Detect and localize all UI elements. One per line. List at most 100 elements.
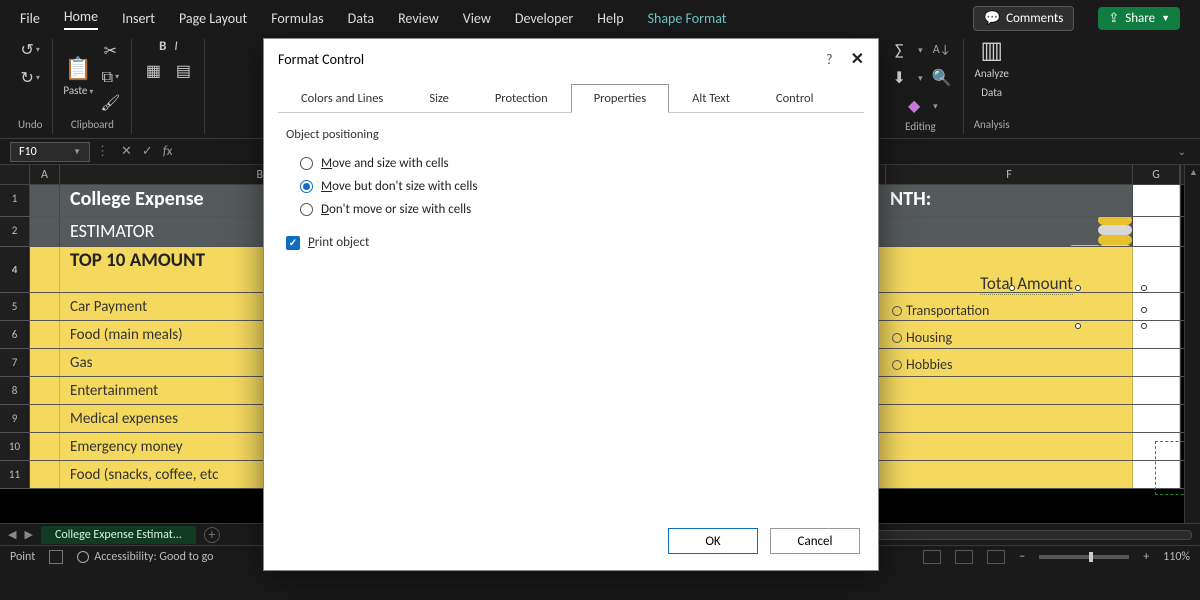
row-header[interactable]: 2: [0, 217, 30, 246]
checkbox-checked-icon: ✓: [286, 236, 300, 250]
group-undo: ↺ ↻ Undo: [8, 39, 53, 134]
row-header[interactable]: 7: [0, 349, 30, 376]
col-header-f[interactable]: F: [886, 165, 1133, 184]
undo-icon[interactable]: ↺: [19, 39, 41, 61]
sheet-nav-prev[interactable]: ◀: [8, 528, 16, 541]
cell-title[interactable]: College Expense: [60, 185, 270, 216]
border-icon[interactable]: ▦: [142, 60, 164, 82]
menu-developer[interactable]: Developer: [515, 10, 573, 27]
cell-top10[interactable]: TOP 10 AMOUNT: [60, 247, 270, 292]
view-normal-icon[interactable]: [923, 550, 941, 564]
col-header-g[interactable]: G: [1133, 165, 1180, 184]
autosum-icon[interactable]: ∑: [888, 39, 910, 61]
share-label: Share: [1125, 11, 1155, 26]
row-header[interactable]: 5: [0, 293, 30, 320]
sheet-add-icon[interactable]: +: [204, 527, 220, 543]
cut-icon[interactable]: ✂: [99, 40, 121, 62]
fx-icon[interactable]: fx: [163, 144, 173, 159]
radio-label: Move but don't size with cells: [321, 179, 477, 194]
enter-formula-icon[interactable]: ✓: [142, 144, 153, 159]
cancel-formula-icon[interactable]: ✕: [121, 144, 132, 159]
formula-expand-icon[interactable]: ⌄: [1178, 145, 1186, 158]
cancel-button[interactable]: Cancel: [770, 528, 860, 554]
radio-move-and-size-with-cells[interactable]: Move and size with cells: [286, 152, 856, 175]
zoom-slider[interactable]: [1039, 555, 1129, 559]
fill-down-icon[interactable]: ⬇: [888, 67, 910, 89]
menu-file[interactable]: File: [20, 10, 40, 27]
group-font-label: [167, 115, 170, 134]
name-box[interactable]: F10 ▼: [10, 142, 90, 162]
object-positioning-label: Object positioning: [286, 127, 856, 142]
menu-help[interactable]: Help: [597, 10, 623, 27]
zoom-out-icon[interactable]: −: [1019, 550, 1025, 564]
clear-icon[interactable]: ◆: [903, 95, 925, 117]
group-clipboard-label: Clipboard: [71, 115, 114, 134]
sheet-tab[interactable]: College Expense Estimat...: [41, 526, 196, 544]
col-header-a[interactable]: A: [30, 165, 60, 184]
view-pagelayout-icon[interactable]: [955, 550, 973, 564]
cell-data[interactable]: Gas: [60, 349, 270, 376]
radio-icon: [300, 180, 313, 193]
menu-insert[interactable]: Insert: [122, 10, 155, 27]
cell-data[interactable]: Medical expenses: [60, 405, 270, 432]
dialog-tab-protection[interactable]: Protection: [472, 84, 571, 113]
row-header[interactable]: 4: [0, 247, 30, 292]
menu-shape-format[interactable]: Shape Format: [648, 10, 727, 27]
print-object-checkbox[interactable]: ✓ Print object: [286, 221, 856, 250]
dialog-tab-colors-and-lines[interactable]: Colors and Lines: [278, 84, 406, 113]
format-painter-icon[interactable]: 🖌: [99, 92, 121, 114]
radio-don-t-move-or-size-with-cells[interactable]: Don't move or size with cells: [286, 198, 856, 221]
cell-subtitle[interactable]: ESTIMATOR: [60, 217, 270, 246]
dialog-tab-properties[interactable]: Properties: [571, 84, 669, 113]
group-analysis: ▥ Analyze Data Analysis: [964, 39, 1020, 134]
cell-data[interactable]: Emergency money: [60, 433, 270, 460]
dialog-help-icon[interactable]: ?: [826, 51, 833, 68]
dialog-tab-alt-text[interactable]: Alt Text: [669, 84, 753, 113]
accessibility-status[interactable]: Accessibility: Good to go: [77, 550, 213, 564]
group-editing-label: Editing: [905, 117, 936, 136]
comments-button[interactable]: 💬 Comments: [973, 6, 1074, 31]
menu-data[interactable]: Data: [348, 10, 374, 27]
row-header[interactable]: 10: [0, 433, 30, 460]
row-header[interactable]: 8: [0, 377, 30, 404]
vertical-scrollbar[interactable]: ▲: [1184, 165, 1200, 523]
menu-pagelayout[interactable]: Page Layout: [179, 10, 247, 27]
select-all-corner[interactable]: [0, 165, 30, 184]
cell-data[interactable]: Food (main meals): [60, 321, 270, 348]
legend-transportation: Transportation: [906, 302, 989, 319]
menu-home[interactable]: Home: [64, 8, 98, 30]
cell-data[interactable]: Food (snacks, coffee, etc: [60, 461, 270, 488]
menu-view[interactable]: View: [463, 10, 491, 27]
dialog-tab-control[interactable]: Control: [753, 84, 837, 113]
name-box-value: F10: [19, 145, 37, 159]
macro-record-icon[interactable]: [49, 550, 63, 564]
sheet-nav-next[interactable]: ▶: [24, 528, 32, 541]
dialog-close-icon[interactable]: ✕: [851, 49, 864, 69]
cell-data[interactable]: Car Payment: [60, 293, 270, 320]
analyze-data-icon[interactable]: ▥: [981, 39, 1003, 61]
share-icon: ⇪: [1108, 11, 1119, 26]
col-header-b[interactable]: B: [60, 165, 270, 184]
sort-icon[interactable]: A↓: [931, 39, 953, 61]
menu-formulas[interactable]: Formulas: [271, 10, 323, 27]
ok-button[interactable]: OK: [668, 528, 758, 554]
fill-icon[interactable]: ▤: [172, 60, 194, 82]
dialog-tab-size[interactable]: Size: [406, 84, 472, 113]
row-header[interactable]: 6: [0, 321, 30, 348]
zoom-value[interactable]: 110%: [1163, 550, 1190, 564]
copy-icon[interactable]: ⧉: [99, 66, 121, 88]
radio-move-but-don-t-size-with-cells[interactable]: Move but don't size with cells: [286, 175, 856, 198]
row-header[interactable]: 1: [0, 185, 30, 216]
paste-icon[interactable]: 📋: [67, 58, 89, 80]
row-header[interactable]: 9: [0, 405, 30, 432]
redo-icon[interactable]: ↻: [19, 67, 41, 89]
share-button[interactable]: ⇪ Share ▼: [1098, 7, 1180, 30]
analyze-label1: Analyze: [974, 67, 1008, 80]
menu-review[interactable]: Review: [398, 10, 439, 27]
find-icon[interactable]: 🔍: [931, 67, 953, 89]
radio-label: Don't move or size with cells: [321, 202, 471, 217]
zoom-in-icon[interactable]: +: [1143, 550, 1149, 564]
cell-data[interactable]: Entertainment: [60, 377, 270, 404]
view-pagebreak-icon[interactable]: [987, 550, 1005, 564]
row-header[interactable]: 11: [0, 461, 30, 488]
